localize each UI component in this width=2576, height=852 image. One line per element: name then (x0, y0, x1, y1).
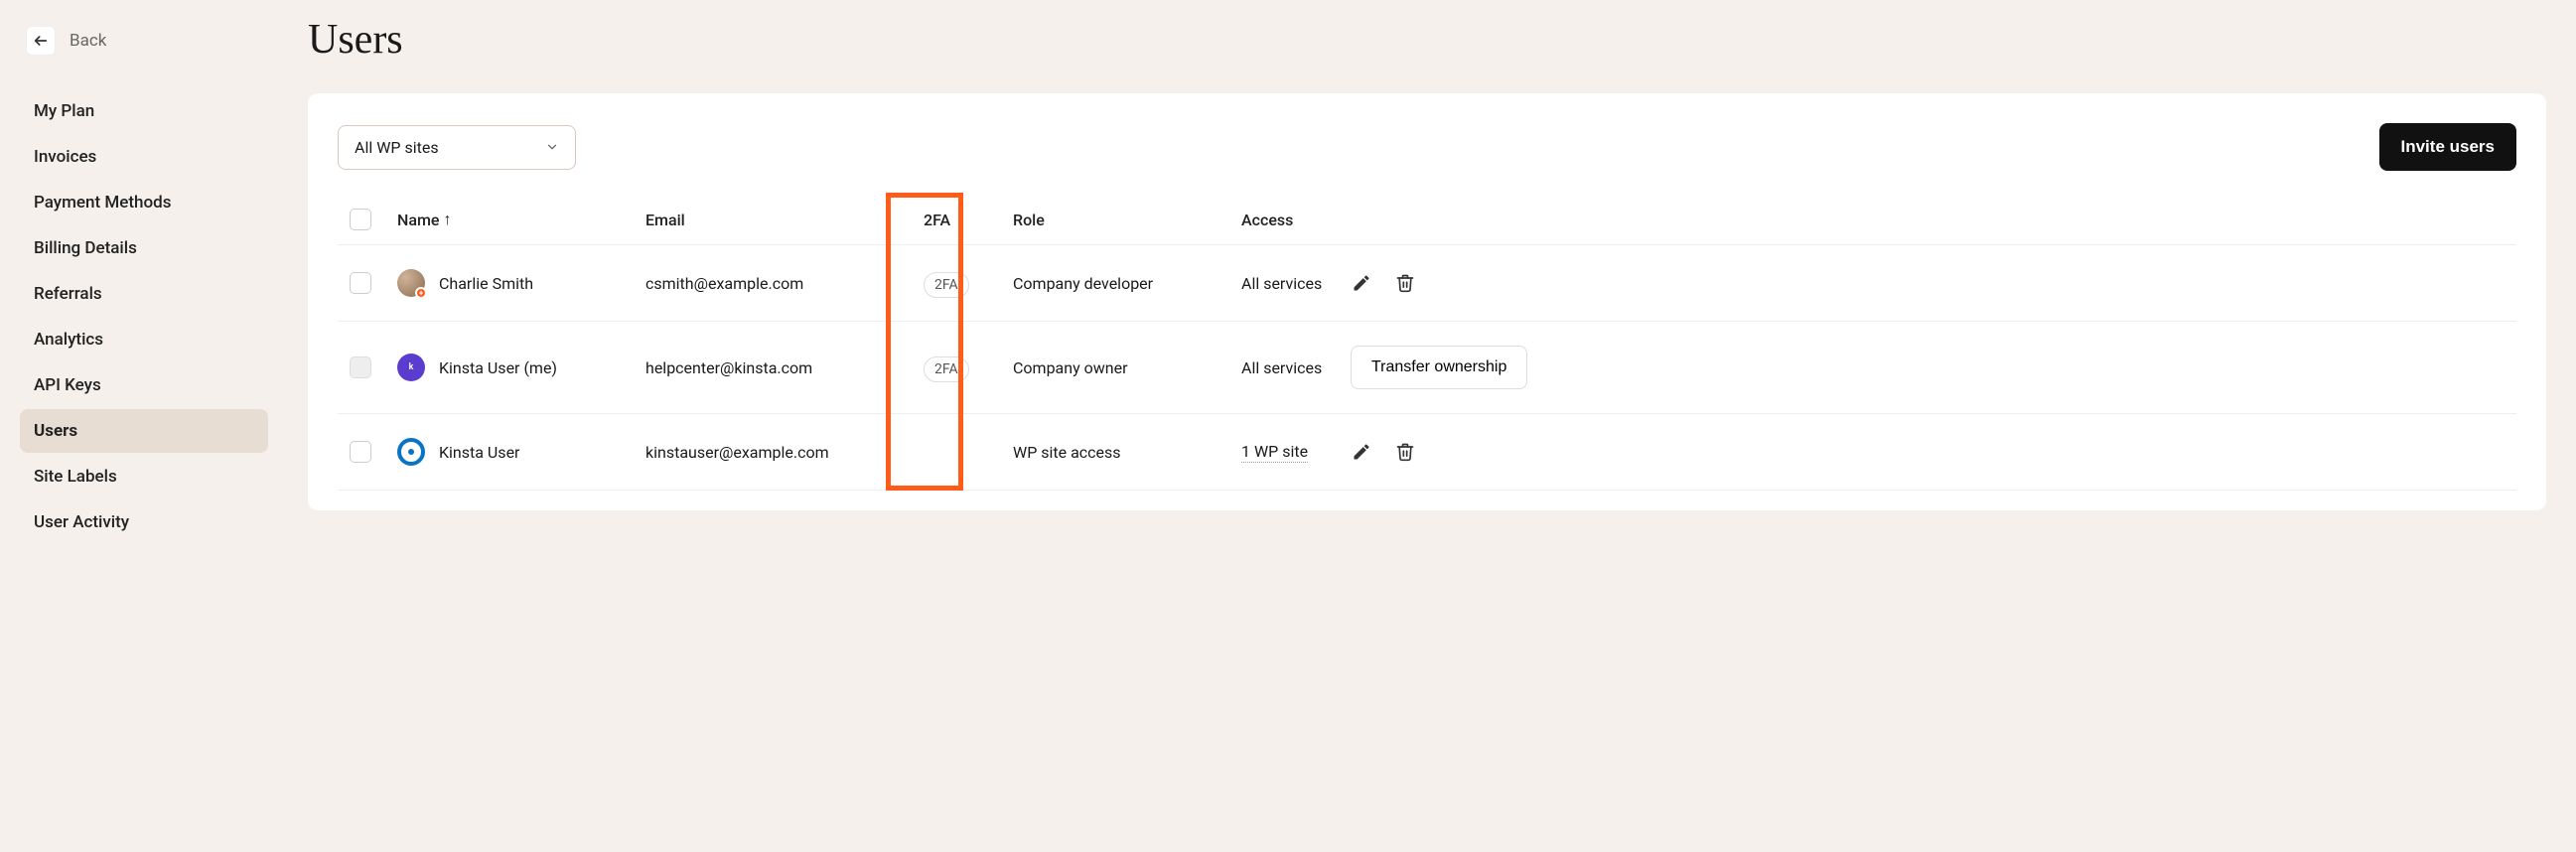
user-name: Kinsta User (439, 443, 519, 462)
avatar-badge-icon: + (415, 287, 427, 299)
user-role: WP site access (1013, 443, 1241, 462)
user-access-link[interactable]: 1 WP site (1241, 442, 1308, 463)
trash-icon (1395, 442, 1415, 462)
table-row: + Charlie Smith csmith@example.com 2FA C… (338, 245, 2516, 322)
arrow-left-icon (33, 33, 49, 49)
page-title: Users (308, 16, 2546, 64)
avatar: k (397, 354, 425, 381)
user-email: helpcenter@kinsta.com (645, 358, 924, 377)
sidebar-item-site-labels[interactable]: Site Labels (20, 455, 268, 498)
sidebar-item-referrals[interactable]: Referrals (20, 272, 268, 316)
user-access: All services (1241, 274, 1322, 293)
sidebar-nav: My Plan Invoices Payment Methods Billing… (20, 89, 268, 544)
trash-icon (1395, 273, 1415, 293)
column-header-2fa: 2FA (924, 211, 1013, 229)
column-header-email: Email (645, 211, 924, 229)
edit-button[interactable] (1351, 441, 1372, 463)
user-access: All services (1241, 358, 1322, 377)
user-role: Company developer (1013, 274, 1241, 293)
invite-users-button[interactable]: Invite users (2379, 123, 2517, 171)
sidebar-item-api-keys[interactable]: API Keys (20, 363, 268, 407)
avatar: + (397, 269, 425, 297)
delete-button[interactable] (1394, 272, 1416, 294)
column-header-name[interactable]: Name ↑ (397, 210, 645, 229)
sort-asc-icon: ↑ (443, 210, 451, 229)
sidebar-item-user-activity[interactable]: User Activity (20, 500, 268, 544)
avatar (397, 438, 425, 466)
user-email: csmith@example.com (645, 274, 924, 293)
pencil-icon (1352, 273, 1371, 293)
column-header-access: Access (1241, 211, 1351, 229)
table-row: k Kinsta User (me) helpcenter@kinsta.com… (338, 322, 2516, 414)
sidebar-item-payment-methods[interactable]: Payment Methods (20, 181, 268, 224)
twofa-badge: 2FA (924, 272, 969, 298)
pencil-icon (1352, 442, 1371, 462)
wp-sites-filter-label: All WP sites (355, 138, 439, 157)
sidebar: Back My Plan Invoices Payment Methods Bi… (0, 0, 278, 566)
transfer-ownership-button[interactable]: Transfer ownership (1351, 346, 1527, 389)
wp-sites-filter[interactable]: All WP sites (338, 125, 576, 170)
back-button[interactable] (26, 26, 56, 56)
delete-button[interactable] (1394, 441, 1416, 463)
edit-button[interactable] (1351, 272, 1372, 294)
sidebar-item-my-plan[interactable]: My Plan (20, 89, 268, 133)
row-checkbox[interactable] (350, 441, 371, 463)
row-checkbox[interactable] (350, 272, 371, 294)
row-checkbox (350, 356, 371, 378)
sidebar-item-analytics[interactable]: Analytics (20, 318, 268, 361)
twofa-badge: 2FA (924, 356, 969, 382)
users-card: All WP sites Invite users Name ↑ Email 2… (308, 93, 2546, 510)
table-header: Name ↑ Email 2FA Role Access (338, 195, 2516, 245)
table-row: Kinsta User kinstauser@example.com WP si… (338, 414, 2516, 491)
select-all-checkbox[interactable] (350, 209, 371, 230)
column-header-role: Role (1013, 211, 1241, 229)
sidebar-item-invoices[interactable]: Invoices (20, 135, 268, 179)
user-name: Kinsta User (me) (439, 358, 557, 377)
back-label: Back (70, 31, 106, 51)
user-name: Charlie Smith (439, 274, 533, 293)
user-role: Company owner (1013, 358, 1241, 377)
sidebar-item-billing-details[interactable]: Billing Details (20, 226, 268, 270)
chevron-down-icon (545, 140, 559, 154)
main-content: Users All WP sites Invite users Name ↑ E… (278, 0, 2576, 566)
user-email: kinstauser@example.com (645, 443, 924, 462)
sidebar-item-users[interactable]: Users (20, 409, 268, 453)
